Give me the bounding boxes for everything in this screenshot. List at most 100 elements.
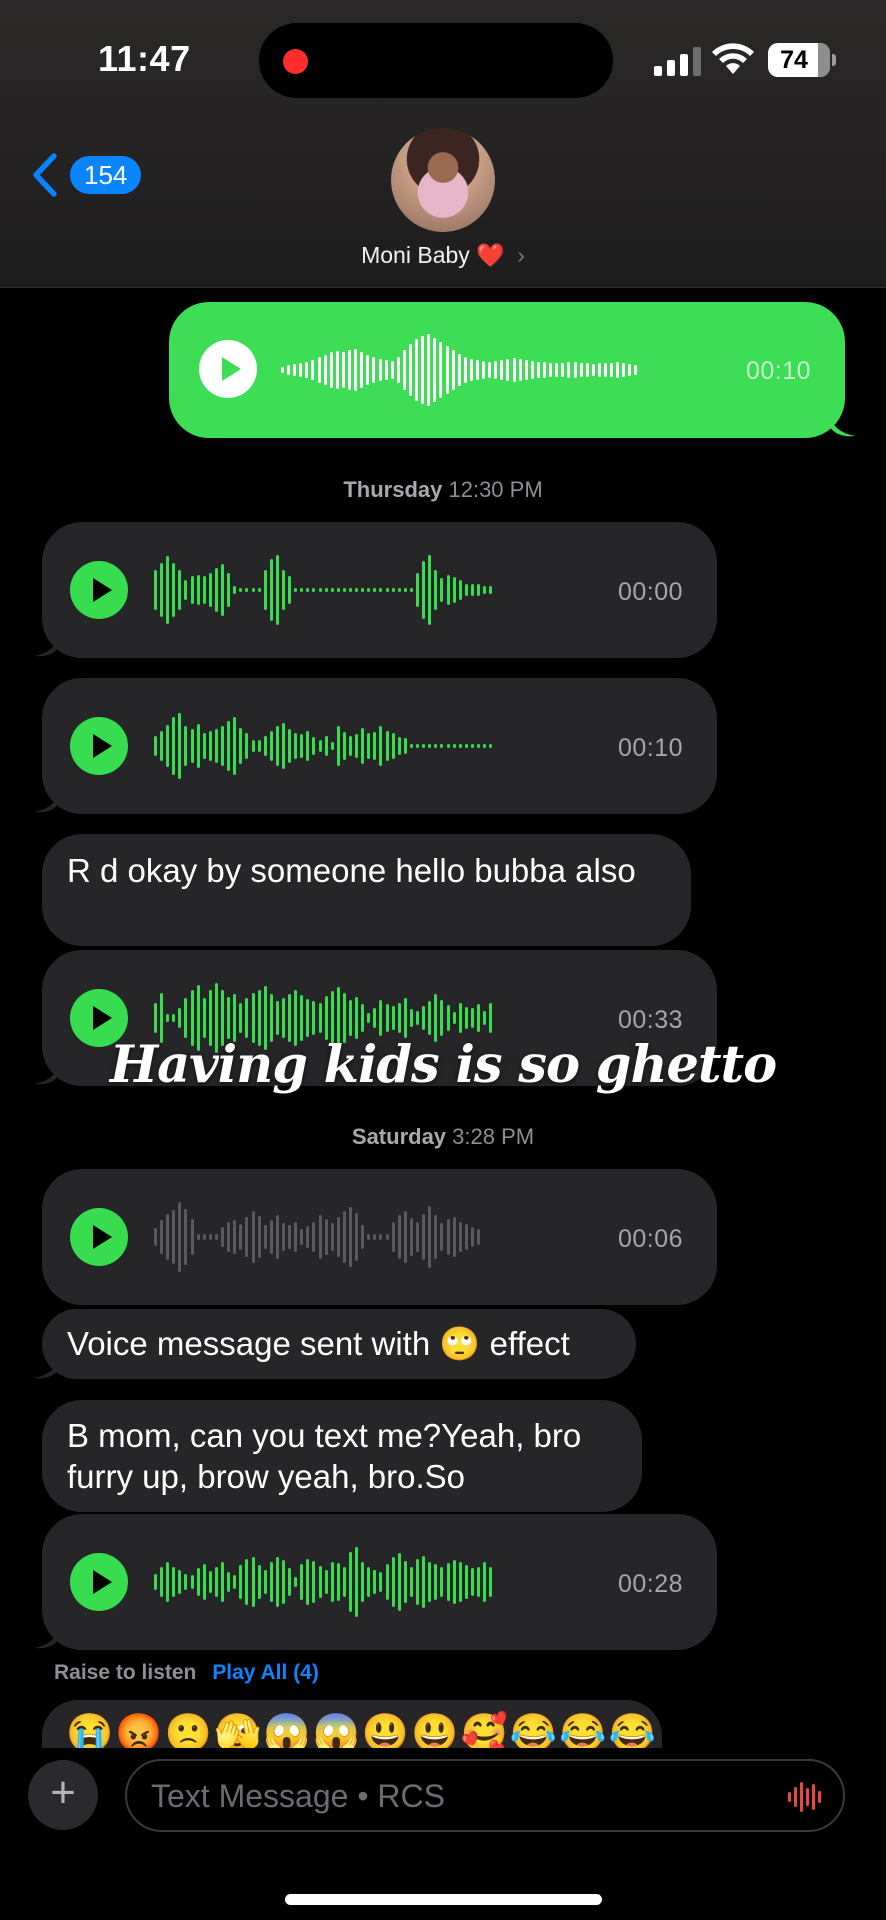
waveform-bar (434, 1564, 438, 1600)
waveform-bar (166, 1214, 170, 1260)
waveform-bar (428, 1562, 432, 1602)
waveform-bar (349, 1552, 352, 1612)
waveform-bar (336, 1217, 340, 1257)
waveform-bar (483, 586, 487, 594)
voice-duration: 00:00 (618, 578, 684, 606)
waveform-bar (427, 334, 431, 406)
contact-name[interactable]: Moni Baby ❤️ › (0, 242, 886, 269)
waveform-bar (166, 725, 170, 767)
waveform-bar (440, 578, 444, 602)
waveform-bar (257, 1565, 261, 1599)
message-input[interactable]: Text Message • RCS (125, 1759, 845, 1832)
waveform-bar (603, 363, 607, 377)
play-icon[interactable] (199, 340, 257, 398)
waveform-bar (416, 1222, 420, 1252)
incoming-voice-message[interactable]: 00:00 (42, 522, 717, 658)
waveform-bar (263, 570, 267, 610)
waveform[interactable] (154, 1542, 495, 1622)
waveform-bar (288, 576, 292, 604)
play-icon[interactable] (70, 561, 128, 619)
waveform-bar (446, 1563, 450, 1601)
waveform-bar (245, 733, 249, 759)
waveform-bar (251, 740, 255, 752)
contact-avatar[interactable] (391, 128, 495, 232)
waveform-bar (306, 588, 310, 592)
waveform-bar (476, 584, 480, 596)
play-all-button[interactable]: Play All (4) (212, 1661, 319, 1684)
waveform-bar (483, 744, 487, 748)
waveform-bar (299, 363, 303, 377)
waveform-bar (422, 1214, 426, 1260)
waveform-bar (318, 1003, 322, 1033)
waveform-bar (355, 734, 359, 758)
waveform-bar (452, 577, 456, 603)
waveform-bar (341, 352, 345, 388)
waveform-bar (409, 744, 413, 748)
incoming-text-message[interactable]: B mom, can you text me?Yeah, bro furry u… (42, 1400, 642, 1512)
incoming-voice-message[interactable]: 00:06 (42, 1169, 717, 1305)
unread-count-badge: 154 (70, 156, 142, 194)
waveform-bar (415, 339, 419, 401)
waveform-bar (452, 1560, 456, 1604)
waveform-bar (214, 1234, 218, 1240)
waveform-bar (221, 1562, 225, 1602)
incoming-voice-message[interactable]: 00:10 (42, 678, 717, 814)
waveform-bar (458, 744, 462, 748)
waveform[interactable] (154, 1197, 483, 1277)
play-icon[interactable] (70, 717, 128, 775)
waveform-bar (214, 568, 218, 612)
battery-level: 74 (780, 46, 808, 74)
waveform-bar (355, 997, 359, 1039)
waveform[interactable] (154, 550, 495, 630)
add-attachment-button[interactable]: + (28, 1760, 98, 1830)
waveform[interactable] (154, 706, 495, 786)
waveform-bar (446, 575, 450, 605)
waveform-bar (208, 731, 212, 761)
waveform-bar (597, 363, 601, 377)
waveform-bar (367, 733, 371, 759)
waveform-bar (373, 588, 377, 592)
waveform-bar (446, 1219, 450, 1255)
play-icon[interactable] (70, 1553, 128, 1611)
waveform-bar (416, 1559, 420, 1605)
waveform-bar (354, 349, 358, 391)
waveform-bar (397, 1553, 401, 1611)
waveform-bar (190, 729, 194, 763)
play-icon[interactable] (70, 1208, 128, 1266)
waveform-bar (360, 352, 364, 388)
waveform-bar (567, 362, 571, 378)
waveform-bar (269, 559, 273, 621)
waveform-bar (154, 570, 157, 610)
waveform-bar (227, 997, 231, 1039)
waveform-bar (208, 573, 212, 607)
incoming-text-message[interactable]: R d okay by someone hello bubba also (42, 834, 691, 946)
eye-roll-emoji: 🙄 (439, 1325, 481, 1362)
message-text-before: Voice message sent with (67, 1325, 431, 1362)
back-button[interactable]: 154 (30, 152, 142, 198)
waveform-bar (470, 1227, 474, 1247)
voice-duration: 00:06 (618, 1225, 684, 1253)
incoming-text-message[interactable]: Voice message sent with 🙄 effect (42, 1309, 636, 1379)
incoming-voice-message[interactable]: 00:28 (42, 1514, 717, 1650)
waveform-bar (312, 1001, 316, 1035)
waveform-bar (239, 728, 243, 764)
audio-record-icon[interactable] (788, 1781, 821, 1813)
waveform-bar (318, 1215, 322, 1259)
outgoing-voice-message[interactable]: 00:10 (169, 302, 845, 438)
waveform-bar (330, 1562, 334, 1602)
waveform-bar (440, 1223, 444, 1251)
waveform-bar (385, 588, 389, 592)
waveform-bar (336, 726, 340, 766)
waveform-bar (288, 1225, 292, 1249)
waveform-bar (288, 1568, 292, 1596)
waveform-bar (311, 360, 315, 380)
raise-to-listen-label: Raise to listen (54, 1661, 197, 1684)
waveform-bar (184, 998, 188, 1038)
waveform-bar (457, 354, 461, 386)
waveform[interactable] (281, 330, 641, 410)
waveform-bar (428, 744, 432, 748)
waveform-bar (355, 588, 359, 592)
waveform-bar (367, 1567, 371, 1597)
waveform-bar (500, 360, 504, 380)
waveform-bar (561, 363, 565, 377)
